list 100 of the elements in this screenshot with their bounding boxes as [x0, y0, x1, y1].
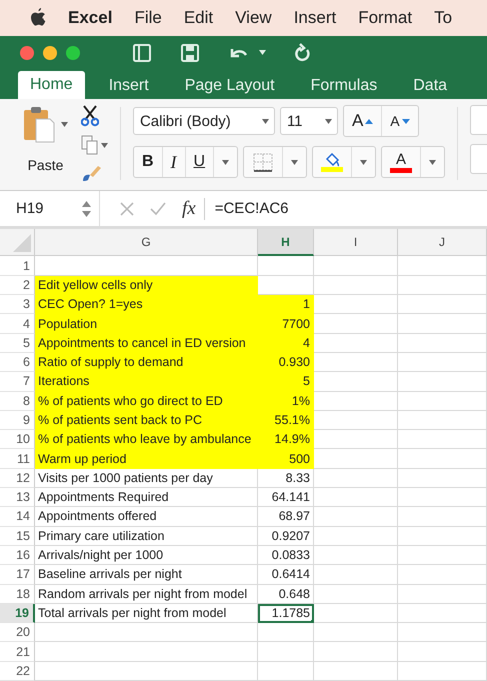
column-header[interactable]: I: [314, 229, 398, 256]
row-header[interactable]: 9: [0, 410, 35, 430]
table-cell: 8.33: [258, 468, 314, 488]
font-name-dropdown[interactable]: Calibri (Body): [132, 107, 275, 136]
borders-icon: [252, 152, 274, 172]
grow-font-button[interactable]: A: [344, 106, 382, 136]
table-cell: Ratio of supply to demand: [35, 352, 258, 372]
down-triangle-icon: [402, 118, 410, 124]
table-cell: Appointments to cancel in ED version: [35, 334, 258, 353]
dropdown-caret-icon[interactable]: [259, 50, 266, 56]
row-header[interactable]: 12: [0, 468, 35, 488]
table-cell: Random arrivals per night from model: [35, 584, 258, 604]
selected-cell: 1.1785: [258, 604, 314, 624]
row-header[interactable]: 20: [0, 623, 35, 642]
dropdown-caret-icon: [429, 160, 436, 165]
row-header[interactable]: 19: [0, 604, 35, 624]
font-size-dropdown[interactable]: 11: [280, 107, 338, 136]
ribbon-tab[interactable]: Formulas: [298, 73, 390, 100]
copy-button[interactable]: [80, 135, 108, 156]
row-header[interactable]: 14: [0, 507, 35, 527]
menu-item[interactable]: Insert: [294, 8, 336, 28]
table-cell: 7700: [258, 314, 314, 334]
row-header[interactable]: 17: [0, 565, 35, 585]
table-cell: Baseline arrivals per night: [35, 565, 258, 585]
row-header[interactable]: 2: [0, 276, 35, 296]
row-header[interactable]: 21: [0, 642, 35, 662]
menu-item[interactable]: Edit: [184, 8, 214, 28]
ribbon-tab[interactable]: Insert: [96, 73, 161, 100]
menu-item[interactable]: View: [235, 8, 272, 28]
name-box[interactable]: H19: [16, 200, 44, 218]
row-header[interactable]: 3: [0, 295, 35, 314]
save-icon[interactable]: [180, 42, 200, 63]
dropdown-caret-icon: [291, 160, 298, 165]
corner-triangle-icon: [13, 234, 31, 252]
dropdown-caret-icon: [262, 118, 269, 124]
underline-button[interactable]: U: [186, 147, 214, 178]
dropdown-caret-icon: [360, 160, 368, 165]
row-header[interactable]: 7: [0, 372, 35, 392]
column-header[interactable]: J: [398, 229, 487, 256]
table-cell: CEC Open? 1=yes: [35, 295, 258, 314]
checkmark-icon[interactable]: [150, 202, 166, 216]
menu-item[interactable]: File: [134, 8, 162, 28]
paste-button[interactable]: Paste: [18, 105, 73, 190]
table-cell: 68.97: [258, 507, 314, 527]
sidebar-icon[interactable]: [132, 42, 152, 63]
table-cell: 0.6414: [258, 565, 314, 585]
row-header[interactable]: 6: [0, 352, 35, 372]
row-header[interactable]: 10: [0, 430, 35, 450]
row-header[interactable]: 5: [0, 334, 35, 353]
font-color-bar: [390, 168, 412, 174]
table-cell: Visits per 1000 patients per day: [35, 468, 258, 488]
table-cell: Primary care utilization: [35, 526, 258, 546]
bold-button[interactable]: B: [134, 147, 162, 178]
dropdown-caret-icon: [100, 142, 108, 148]
menu-item[interactable]: Format: [358, 8, 412, 28]
row-header[interactable]: 16: [0, 546, 35, 566]
table-cell: 4: [258, 334, 314, 353]
row-header[interactable]: 8: [0, 392, 35, 411]
scissors-icon: [80, 105, 99, 128]
table-cell: Appointments Required: [35, 488, 258, 508]
dropdown-caret-icon: [324, 118, 332, 124]
row-header[interactable]: 15: [0, 526, 35, 546]
row-header[interactable]: 13: [0, 488, 35, 508]
table-cell: % of patients who leave by ambulance: [35, 430, 258, 450]
table-cell: 5: [258, 372, 314, 392]
minimize-button[interactable]: [43, 46, 57, 60]
italic-button[interactable]: I: [162, 147, 186, 178]
stepper-icon[interactable]: [82, 200, 91, 217]
row-header[interactable]: 22: [0, 662, 35, 681]
table-cell: 55.1%: [258, 410, 314, 430]
apple-logo-icon[interactable]: [30, 8, 46, 28]
shrink-font-button[interactable]: A: [382, 106, 418, 136]
app-menu[interactable]: Excel: [68, 8, 112, 28]
zoom-button[interactable]: [66, 46, 80, 60]
redo-icon[interactable]: [294, 42, 312, 63]
insert-function-button[interactable]: fx: [182, 198, 205, 220]
row-header[interactable]: 11: [0, 449, 35, 469]
table-cell: 0.648: [258, 584, 314, 604]
up-triangle-icon: [365, 118, 374, 124]
clipboard-icon: [22, 105, 55, 144]
table-cell: 1%: [258, 392, 314, 411]
paintbrush-icon: [80, 163, 103, 184]
ribbon-tab[interactable]: Home: [18, 71, 85, 100]
ribbon-tab[interactable]: Page Layout: [172, 73, 287, 100]
ribbon-tab[interactable]: Data: [401, 73, 460, 100]
paint-bucket-icon: [324, 152, 340, 167]
menu-item[interactable]: To: [434, 8, 452, 28]
table-cell: 14.9%: [258, 430, 314, 450]
row-header[interactable]: 1: [0, 256, 35, 276]
table-cell: Appointments offered: [35, 507, 258, 527]
table-cell: Warm up period: [35, 449, 258, 469]
table-cell: 0.9207: [258, 526, 314, 546]
column-header[interactable]: G: [35, 229, 258, 256]
row-header[interactable]: 18: [0, 584, 35, 604]
table-cell: Arrivals/night per 1000: [35, 546, 258, 566]
formula-field[interactable]: =CEC!AC6: [214, 200, 288, 218]
table-cell: 64.141: [258, 488, 314, 508]
column-header[interactable]: H: [258, 229, 314, 256]
row-header[interactable]: 4: [0, 314, 35, 334]
table-cell: Edit yellow cells only: [35, 276, 258, 296]
